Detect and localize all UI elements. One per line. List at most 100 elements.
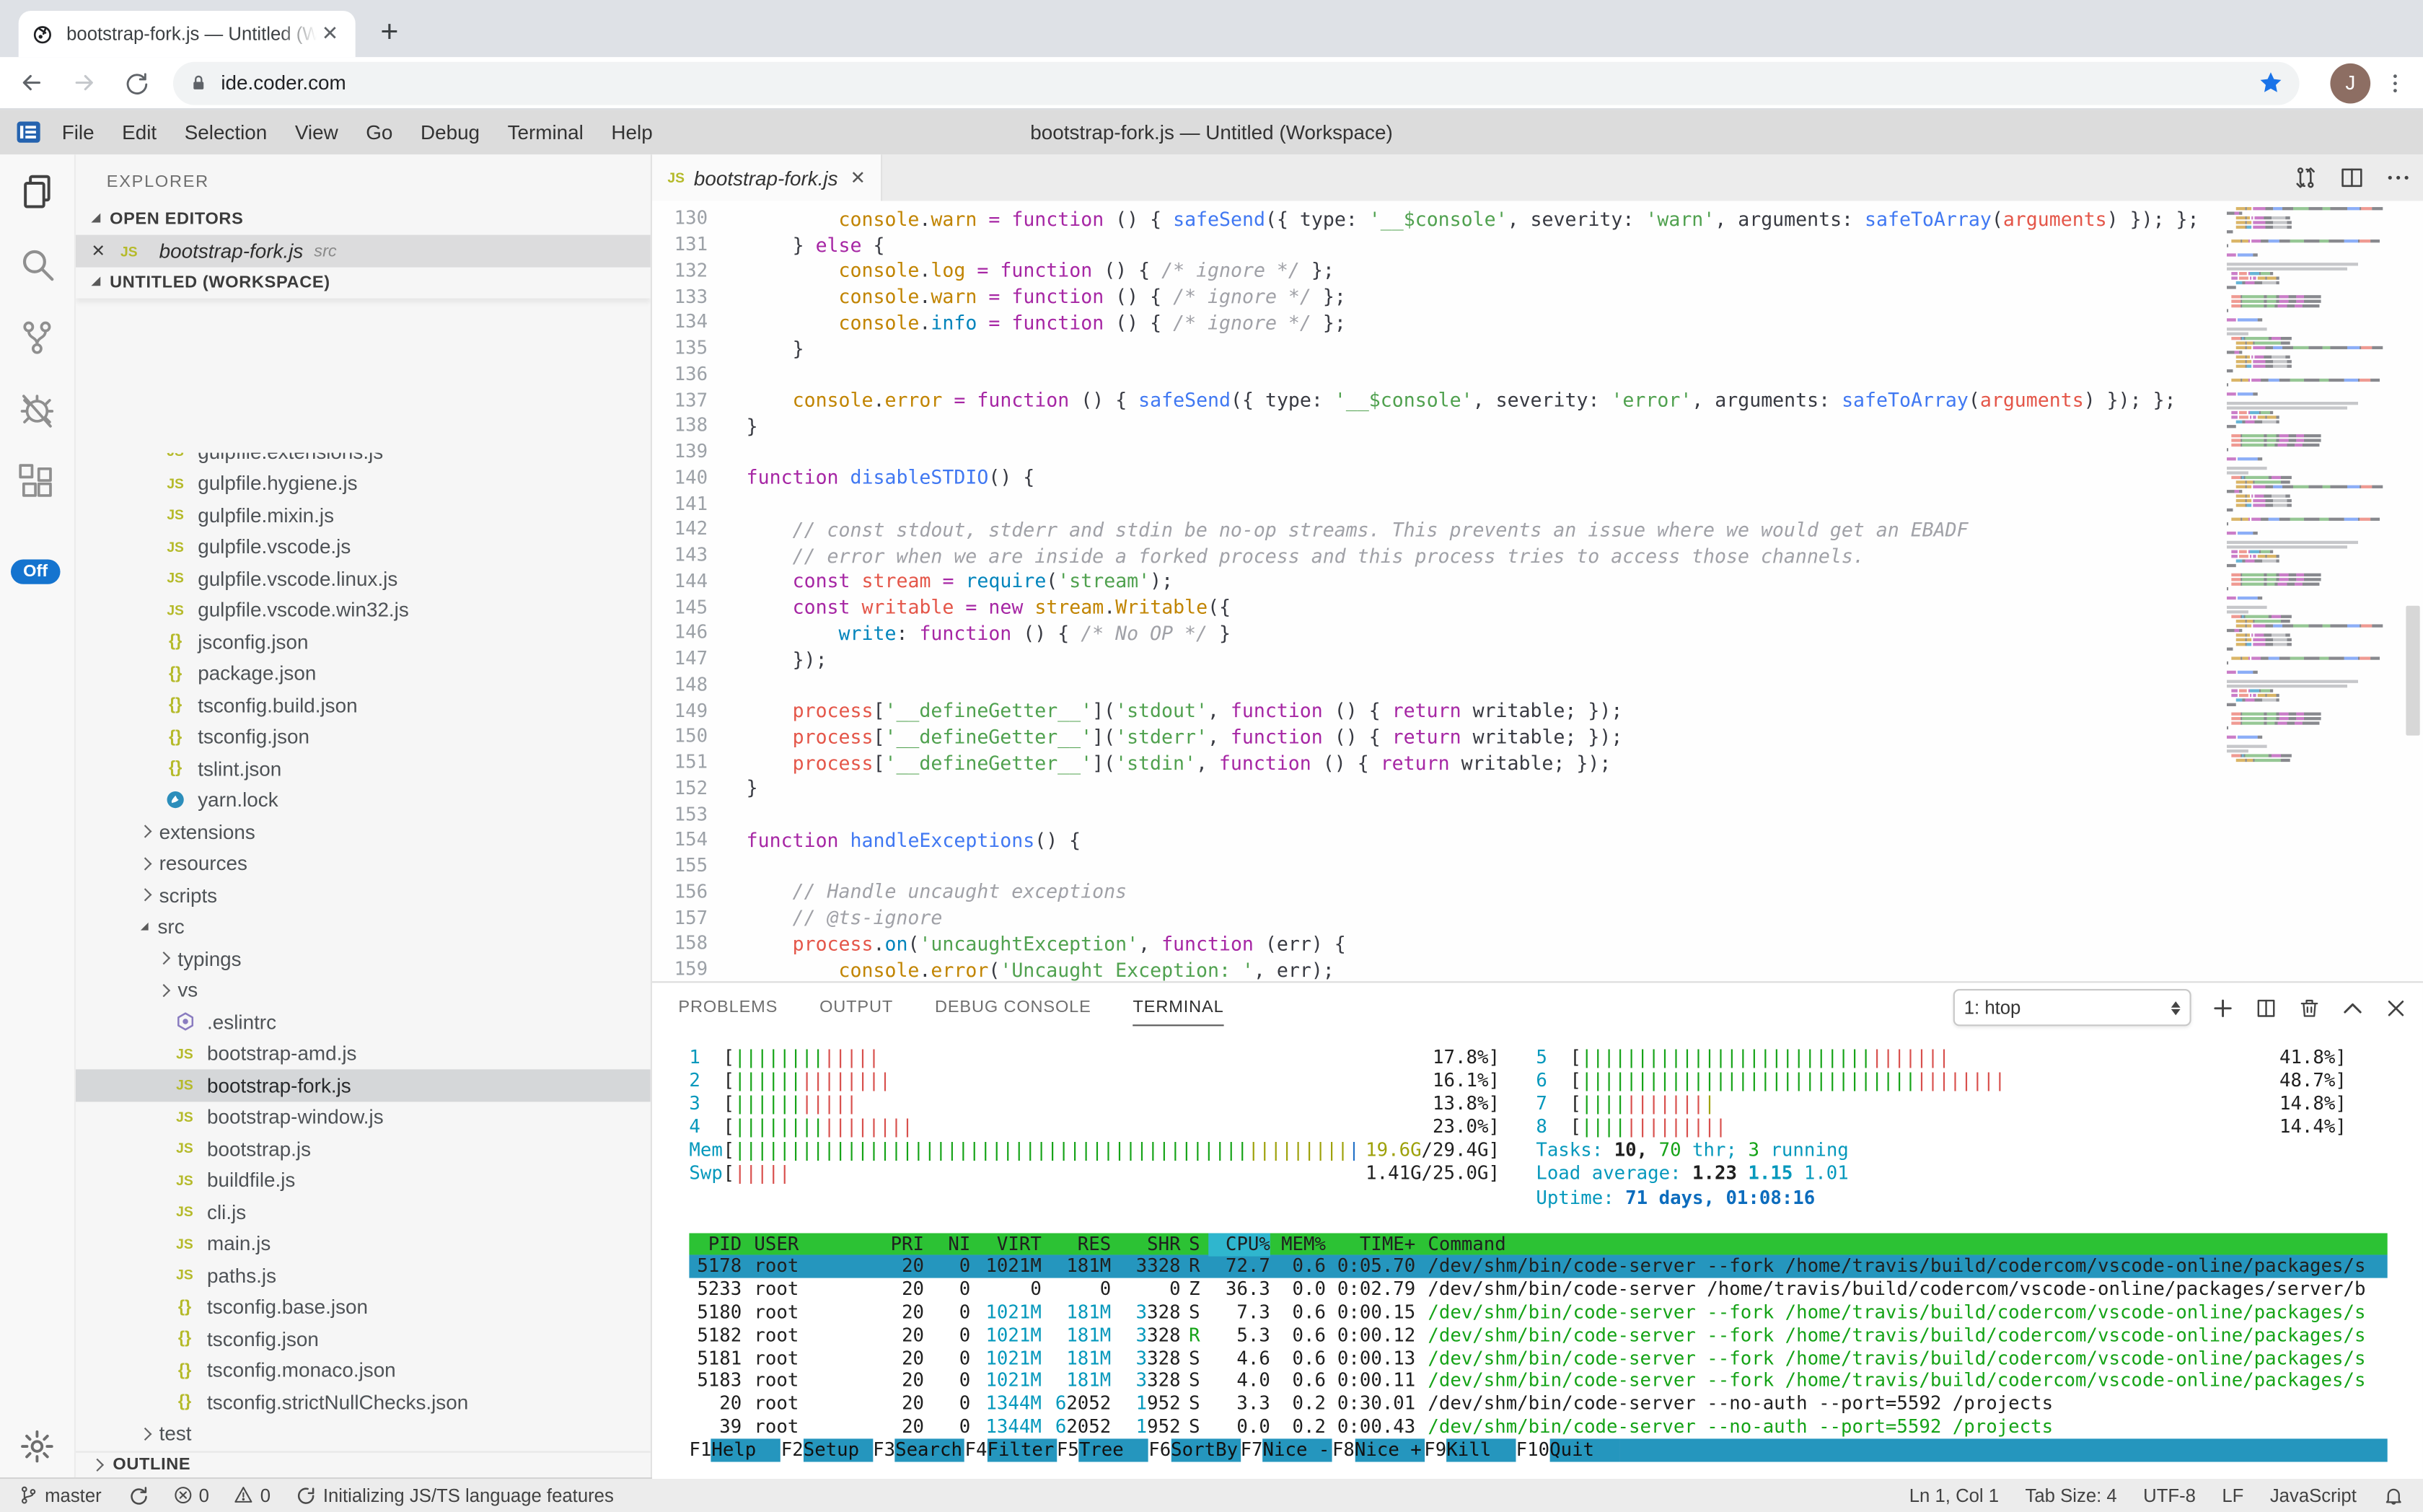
htop-header-MEM%[interactable]: MEM% (1270, 1232, 1326, 1255)
workspace-header[interactable]: UNTITLED (WORKSPACE) (76, 268, 651, 299)
tree-item-.eslintrc[interactable]: .eslintrc (76, 1006, 651, 1038)
menu-item-debug[interactable]: Debug (407, 120, 494, 144)
htop-header-VIRT[interactable]: VIRT (970, 1232, 1042, 1255)
status-lf[interactable]: LF (2222, 1485, 2243, 1506)
htop-header-PRI[interactable]: PRI (856, 1232, 924, 1255)
activity-debug[interactable] (0, 372, 74, 445)
browser-avatar[interactable]: J (2330, 63, 2370, 103)
tree-item-vs[interactable]: vs (76, 975, 651, 1006)
split-editor-icon[interactable] (2339, 165, 2364, 190)
settings-button[interactable] (0, 1427, 74, 1464)
sync-editors-icon[interactable] (2293, 165, 2318, 190)
status-initializing-js-ts-language-features[interactable]: Initializing JS/TS language features (295, 1485, 614, 1506)
tab-close-icon[interactable]: ✕ (317, 22, 343, 46)
tree-item-gulpfile.vscode.linux.js[interactable]: JSgulpfile.vscode.linux.js (76, 563, 651, 594)
tree-item-bootstrap-window.js[interactable]: JSbootstrap-window.js (76, 1101, 651, 1133)
browser-menu-icon[interactable] (2383, 70, 2407, 94)
open-editors-header[interactable]: OPEN EDITORS (76, 204, 651, 235)
menu-item-file[interactable]: File (48, 120, 107, 144)
tree-item-extensions[interactable]: extensions (76, 816, 651, 848)
kill-terminal-icon[interactable] (2297, 996, 2321, 1019)
menu-item-view[interactable]: View (281, 120, 352, 144)
status-ln-1-col-1[interactable]: Ln 1, Col 1 (1909, 1485, 1999, 1506)
fkey-label-Search[interactable]: Search (895, 1438, 964, 1462)
open-editor-item[interactable]: ✕ JS bootstrap-fork.js src (76, 235, 651, 268)
activity-search[interactable] (0, 227, 74, 300)
split-terminal-icon[interactable] (2254, 996, 2277, 1019)
tree-item-bootstrap-amd.js[interactable]: JSbootstrap-amd.js (76, 1037, 651, 1069)
tree-item-gulpfile.hygiene.js[interactable]: JSgulpfile.hygiene.js (76, 467, 651, 499)
menu-item-terminal[interactable]: Terminal (493, 120, 597, 144)
fkey-label-Quit[interactable]: Quit (1549, 1438, 1619, 1462)
tree-item-scripts[interactable]: scripts (76, 879, 651, 911)
status-tab-size-4[interactable]: Tab Size: 4 (2026, 1485, 2117, 1506)
url-bar[interactable]: ide.coder.com (173, 61, 2300, 105)
activity-files[interactable] (0, 154, 74, 227)
activity-extensions[interactable] (0, 445, 74, 518)
menu-item-edit[interactable]: Edit (108, 120, 171, 144)
fkey-label-Nice -[interactable]: Nice - (1263, 1438, 1332, 1462)
tree-item-jsconfig.json[interactable]: {}jsconfig.json (76, 626, 651, 658)
tree-item-tsconfig.monaco.json[interactable]: {}tsconfig.monaco.json (76, 1355, 651, 1386)
tree-item-resources[interactable]: resources (76, 848, 651, 879)
panel-tab-problems[interactable]: PROBLEMS (678, 983, 778, 1030)
tab-close-icon[interactable]: ✕ (850, 167, 866, 188)
tree-item-gulpfile.extensions.js[interactable]: JSgulpfile.extensions.js (76, 453, 651, 467)
htop-header-RES[interactable]: RES (1042, 1232, 1111, 1255)
close-panel-icon[interactable] (2384, 996, 2407, 1019)
maximize-panel-icon[interactable] (2341, 996, 2364, 1019)
outline-header[interactable]: OUTLINE (76, 1450, 651, 1476)
status-0[interactable]: 0 (172, 1485, 209, 1506)
fkey-F5[interactable]: F5 (1057, 1438, 1079, 1462)
fkey-label-SortBy[interactable]: SortBy (1171, 1438, 1240, 1462)
browser-tab[interactable]: bootstrap-fork.js — Untitled (W ✕ (19, 11, 356, 57)
off-badge[interactable]: Off (11, 559, 60, 584)
tree-item-src[interactable]: src (76, 911, 651, 943)
tree-item-typings[interactable]: typings (76, 943, 651, 975)
tree-item-package.json[interactable]: {}package.json (76, 658, 651, 690)
panel-tab-output[interactable]: OUTPUT (819, 983, 893, 1030)
htop-header-TIME+[interactable]: TIME+ (1326, 1232, 1415, 1255)
fkey-F3[interactable]: F3 (873, 1438, 895, 1462)
bookmark-star-icon[interactable] (2258, 69, 2284, 95)
activity-scm[interactable] (0, 300, 74, 373)
more-actions-icon[interactable] (2386, 165, 2411, 190)
status-sync[interactable] (126, 1485, 148, 1506)
fkey-F9[interactable]: F9 (1424, 1438, 1446, 1462)
fkey-F4[interactable]: F4 (965, 1438, 988, 1462)
tree-item-tsconfig.json[interactable]: {}tsconfig.json (76, 721, 651, 752)
tree-item-gulpfile.vscode.js[interactable]: JSgulpfile.vscode.js (76, 531, 651, 563)
fkey-label-Tree[interactable]: Tree (1079, 1438, 1148, 1462)
fkey-F7[interactable]: F7 (1241, 1438, 1263, 1462)
tree-item-main.js[interactable]: JSmain.js (76, 1228, 651, 1260)
minimap[interactable] (2227, 207, 2400, 981)
menu-item-selection[interactable]: Selection (170, 120, 281, 144)
tree-item-bootstrap.js[interactable]: JSbootstrap.js (76, 1133, 651, 1164)
fkey-F1[interactable]: F1 (689, 1438, 711, 1462)
fkey-F10[interactable]: F10 (1516, 1438, 1549, 1462)
new-terminal-icon[interactable] (2211, 996, 2234, 1019)
tree-item-tsconfig.build.json[interactable]: {}tsconfig.build.json (76, 689, 651, 721)
fkey-F2[interactable]: F2 (781, 1438, 804, 1462)
htop-header-S[interactable]: S (1181, 1232, 1209, 1255)
terminal[interactable]: 1 [|||||||||||||17.8%]5 [|||||||||||||||… (652, 1031, 2423, 1478)
htop-header-NI[interactable]: NI (924, 1232, 970, 1255)
tree-item-gulpfile.vscode.win32.js[interactable]: JSgulpfile.vscode.win32.js (76, 594, 651, 626)
tree-item-tsconfig.json[interactable]: {}tsconfig.json (76, 1323, 651, 1355)
menu-item-help[interactable]: Help (597, 120, 667, 144)
refresh-icon[interactable] (115, 61, 158, 105)
htop-header-SHR[interactable]: SHR (1111, 1232, 1180, 1255)
htop-header-Command[interactable]: Command (1415, 1232, 2387, 1255)
fkey-label-Filter[interactable]: Filter (987, 1438, 1056, 1462)
menu-item-go[interactable]: Go (352, 120, 407, 144)
htop-header-PID[interactable]: PID (689, 1232, 742, 1255)
status-master[interactable]: master (19, 1485, 102, 1506)
status-javascript[interactable]: JavaScript (2270, 1485, 2357, 1506)
tree-item-test[interactable]: test (76, 1418, 651, 1449)
tree-item-gulpfile.mixin.js[interactable]: JSgulpfile.mixin.js (76, 499, 651, 531)
status-bell[interactable] (2383, 1485, 2404, 1506)
htop-header-CPU%[interactable]: CPU% (1208, 1232, 1270, 1255)
fkey-label-Setup[interactable]: Setup (804, 1438, 873, 1462)
fkey-F8[interactable]: F8 (1332, 1438, 1355, 1462)
close-icon[interactable]: ✕ (91, 241, 115, 261)
